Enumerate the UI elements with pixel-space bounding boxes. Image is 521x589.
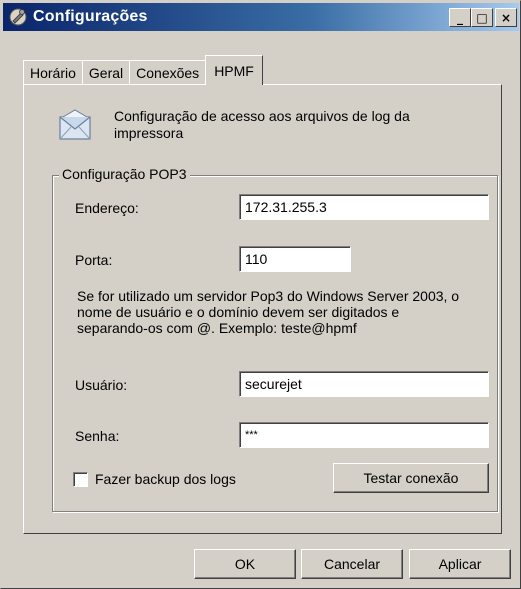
windows-server-note: Se for utilizado um servidor Pop3 do Win… — [77, 288, 460, 336]
test-connection-button[interactable]: Testar conexão — [333, 463, 489, 493]
groupbox-title: Configuração POP3 — [59, 166, 190, 182]
tab-panel-hpmf: Configuração de acesso aos arquivos de l… — [23, 84, 502, 534]
tab-strip: Horário Geral Conexões HPMF — [23, 55, 263, 85]
minimize-icon: _ — [457, 10, 463, 25]
maximize-button[interactable]: □ — [471, 8, 493, 27]
close-icon: × — [500, 10, 512, 25]
user-label: Usuário: — [75, 377, 128, 393]
user-input[interactable] — [239, 371, 489, 397]
apply-button[interactable]: Aplicar — [409, 549, 511, 579]
address-input[interactable] — [239, 194, 489, 220]
panel-description: Configuração de acesso aos arquivos de l… — [114, 108, 410, 141]
backup-label[interactable]: Fazer backup dos logs — [95, 471, 236, 487]
tab-conexoes[interactable]: Conexões — [129, 60, 207, 85]
tab-hpmf[interactable]: HPMF — [205, 55, 263, 85]
window-title: Configurações — [33, 8, 148, 25]
password-label: Senha: — [75, 428, 120, 444]
password-input[interactable] — [239, 422, 489, 448]
tab-horario[interactable]: Horário — [23, 60, 83, 85]
port-label: Porta: — [75, 252, 113, 268]
cancel-button[interactable]: Cancelar — [301, 549, 403, 579]
close-button[interactable]: × — [495, 8, 517, 27]
title-bar[interactable]: Configurações _ □ × — [3, 3, 519, 31]
ok-button[interactable]: OK — [194, 549, 296, 579]
tab-geral[interactable]: Geral — [81, 60, 131, 85]
backup-checkbox[interactable] — [73, 472, 88, 487]
pop3-groupbox: Configuração POP3 Endereço: Porta: Se fo… — [52, 166, 498, 512]
settings-app-icon — [7, 6, 29, 28]
minimize-button[interactable]: _ — [449, 8, 471, 27]
address-label: Endereço: — [75, 200, 139, 216]
maximize-icon: □ — [476, 10, 488, 25]
port-input[interactable] — [239, 246, 351, 272]
envelope-icon — [58, 107, 92, 143]
configuracoes-dialog: Configurações _ □ × Horário Geral Conexõ… — [0, 0, 521, 589]
